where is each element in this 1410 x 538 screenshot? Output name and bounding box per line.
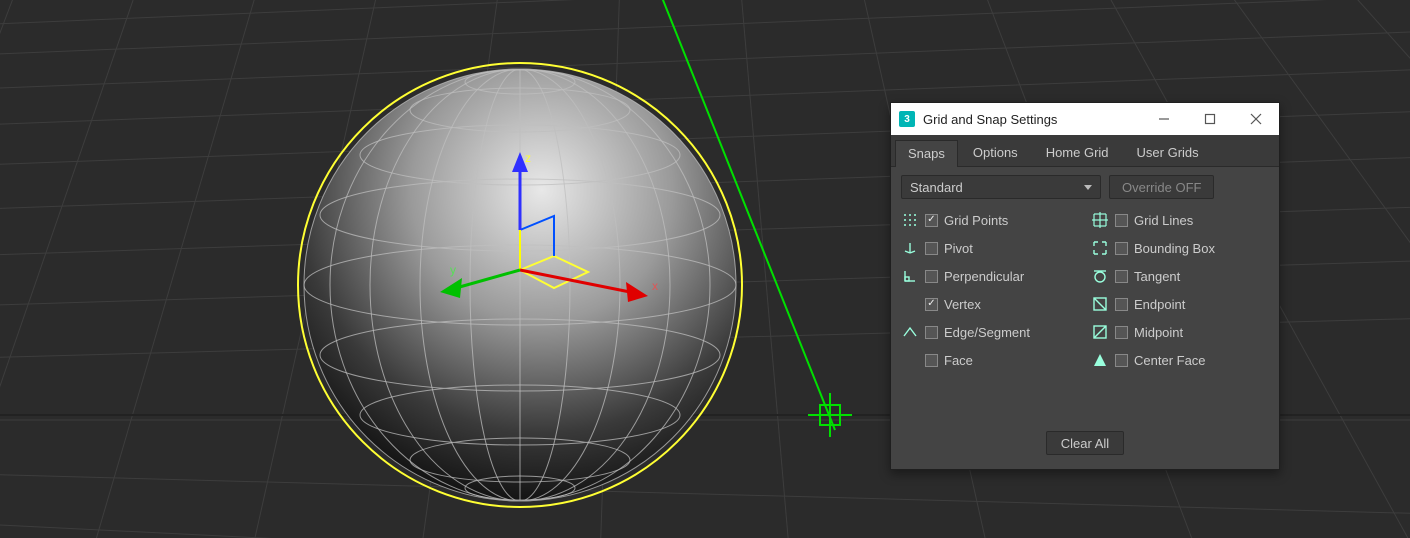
endpoint-icon (1091, 295, 1109, 313)
snap-tangent-checkbox[interactable] (1115, 270, 1128, 283)
snap-midpoint: Midpoint (1091, 321, 1269, 343)
snap-midpoint-checkbox[interactable] (1115, 326, 1128, 339)
snap-grid-lines-label[interactable]: Grid Lines (1134, 213, 1193, 228)
snap-edge-segment: Edge/Segment (901, 321, 1079, 343)
snap-vertex-checkbox[interactable] (925, 298, 938, 311)
dialog-tabs: Snaps Options Home Grid User Grids (891, 135, 1279, 167)
snap-center-face: Center Face (1091, 349, 1269, 371)
grid-snap-settings-dialog: 3 Grid and Snap Settings Snaps Options H… (890, 102, 1280, 470)
close-button[interactable] (1233, 103, 1279, 135)
snap-vertex-label[interactable]: Vertex (944, 297, 981, 312)
vertex-icon (901, 295, 919, 313)
snap-center-face-label[interactable]: Center Face (1134, 353, 1206, 368)
dialog-title: Grid and Snap Settings (923, 112, 1141, 127)
face-icon (901, 351, 919, 369)
clear-all-button[interactable]: Clear All (1046, 431, 1124, 455)
snap-endpoint: Endpoint (1091, 293, 1269, 315)
axis-y-label: y (450, 263, 456, 277)
snaps-panel: Standard Override OFF Grid Points (891, 167, 1279, 469)
bounding-box-icon (1091, 239, 1109, 257)
snap-edge-segment-label[interactable]: Edge/Segment (944, 325, 1030, 340)
snap-type-value: Standard (910, 180, 963, 195)
tangent-icon (1091, 267, 1109, 285)
pivot-icon (901, 239, 919, 257)
snap-grid-points: Grid Points (901, 209, 1079, 231)
axis-z-label: z (525, 151, 531, 165)
override-button[interactable]: Override OFF (1109, 175, 1214, 199)
snap-grid-lines: Grid Lines (1091, 209, 1269, 231)
snap-type-dropdown[interactable]: Standard (901, 175, 1101, 199)
snap-tangent: Tangent (1091, 265, 1269, 287)
snap-pivot: Pivot (901, 237, 1079, 259)
center-face-icon (1091, 351, 1109, 369)
grid-lines-icon (1091, 211, 1109, 229)
snap-midpoint-label[interactable]: Midpoint (1134, 325, 1183, 340)
snap-perpendicular-label[interactable]: Perpendicular (944, 269, 1024, 284)
snap-face-label[interactable]: Face (944, 353, 973, 368)
grid-points-icon (901, 211, 919, 229)
snap-center-face-checkbox[interactable] (1115, 354, 1128, 367)
tab-user-grids[interactable]: User Grids (1124, 139, 1212, 166)
snap-pivot-checkbox[interactable] (925, 242, 938, 255)
midpoint-icon (1091, 323, 1109, 341)
snap-edge-segment-checkbox[interactable] (925, 326, 938, 339)
snap-endpoint-label[interactable]: Endpoint (1134, 297, 1185, 312)
tab-options[interactable]: Options (960, 139, 1031, 166)
snap-bounding-box: Bounding Box (1091, 237, 1269, 259)
snap-perpendicular-checkbox[interactable] (925, 270, 938, 283)
snap-grid-points-checkbox[interactable] (925, 214, 938, 227)
snap-tangent-label[interactable]: Tangent (1134, 269, 1180, 284)
app-icon: 3 (899, 111, 915, 127)
sphere-object[interactable] (298, 63, 742, 507)
snap-bounding-box-label[interactable]: Bounding Box (1134, 241, 1215, 256)
minimize-button[interactable] (1141, 103, 1187, 135)
dialog-titlebar[interactable]: 3 Grid and Snap Settings (891, 103, 1279, 135)
snap-vertex: Vertex (901, 293, 1079, 315)
axis-x-label: x (652, 279, 658, 293)
snap-pivot-label[interactable]: Pivot (944, 241, 973, 256)
tab-home-grid[interactable]: Home Grid (1033, 139, 1122, 166)
snap-endpoint-checkbox[interactable] (1115, 298, 1128, 311)
perpendicular-icon (901, 267, 919, 285)
snap-grid-lines-checkbox[interactable] (1115, 214, 1128, 227)
snap-face: Face (901, 349, 1079, 371)
snap-bounding-box-checkbox[interactable] (1115, 242, 1128, 255)
snap-grid-points-label[interactable]: Grid Points (944, 213, 1008, 228)
snap-face-checkbox[interactable] (925, 354, 938, 367)
snap-perpendicular: Perpendicular (901, 265, 1079, 287)
edge-segment-icon (901, 323, 919, 341)
chevron-down-icon (1084, 185, 1092, 190)
maximize-button[interactable] (1187, 103, 1233, 135)
tab-snaps[interactable]: Snaps (895, 140, 958, 167)
